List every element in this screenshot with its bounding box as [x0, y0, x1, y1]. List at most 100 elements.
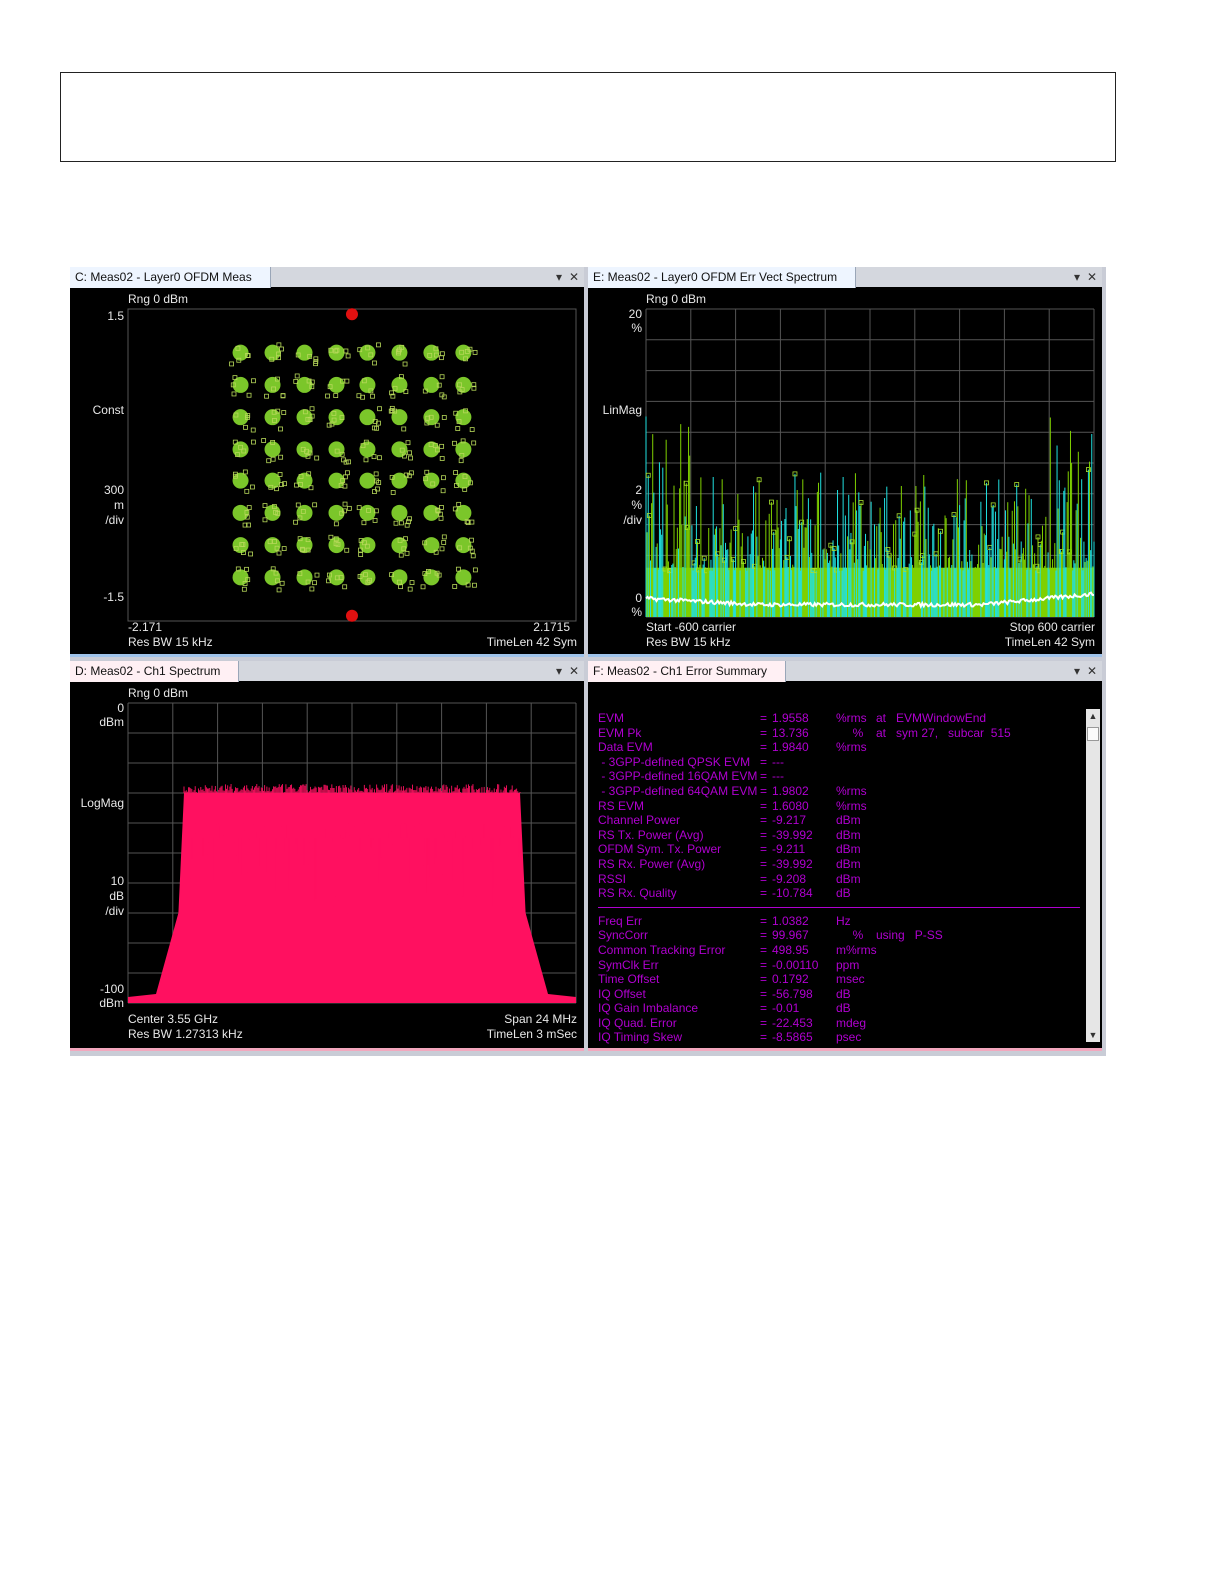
tab-error-summary[interactable]: F: Meas02 - Ch1 Error Summary: [588, 661, 787, 682]
pane-spectrum: D: Meas02 - Ch1 Spectrum ▾ ✕ Rng 0 dBm 0…: [70, 661, 584, 1051]
summary-equals: =: [760, 871, 768, 886]
summary-extra: using P-SS: [876, 928, 943, 943]
summary-unit: %: [836, 928, 864, 943]
summary-unit: dB: [836, 886, 851, 901]
summary-equals: =: [760, 942, 768, 957]
y-scale-label-3: /div: [105, 513, 124, 527]
summary-value: 1.9558: [772, 711, 809, 725]
constellation-outlier: [333, 393, 339, 398]
summary-list: EVM = 1.9558 %rms at EVMWindowEnd EVM Pk = 13.7…: [598, 711, 1080, 1045]
constellation-outlier: [439, 546, 445, 552]
scroll-down-icon[interactable]: ▼: [1086, 1028, 1100, 1042]
summary-equals: =: [760, 827, 768, 842]
summary-equals: =: [760, 886, 768, 901]
y-top-label-2: %: [631, 321, 642, 335]
summary-value: 498.95: [772, 942, 809, 957]
dropdown-icon[interactable]: ▾: [556, 661, 562, 681]
tab-constellation[interactable]: C: Meas02 - Layer0 OFDM Meas: [70, 267, 271, 288]
dropdown-icon[interactable]: ▾: [1074, 267, 1080, 287]
pane-error-summary: F: Meas02 - Ch1 Error Summary ▾ ✕ EVM = 1.…: [588, 661, 1102, 1051]
summary-unit: %rms: [836, 740, 867, 755]
constellation-outlier: [251, 378, 256, 384]
constellation-outlier: [313, 356, 319, 362]
constellation-outlier: [420, 584, 426, 590]
y-top-label: 1.5: [107, 309, 124, 323]
x-left-label: Center 3.55 GHz: [128, 1012, 218, 1026]
constellation-cluster: [391, 504, 408, 521]
summary-name: IQ Quad. Error: [598, 1015, 677, 1030]
constellation-outlier: [278, 426, 283, 432]
pane-constellation: C: Meas02 - Layer0 OFDM Meas ▾ ✕ Rng 0 d…: [70, 267, 584, 657]
close-icon[interactable]: ✕: [569, 661, 579, 681]
scrollbar[interactable]: ▲ ▼: [1086, 709, 1100, 1042]
summary-value: ---: [772, 769, 784, 784]
constellation-outlier: [470, 553, 476, 559]
constellation-outlier: [361, 520, 367, 526]
constellation-outlier: [312, 502, 318, 508]
constellation-outlier: [244, 488, 250, 494]
summary-equals: =: [760, 798, 768, 813]
constellation-outlier: [441, 475, 446, 481]
constellation-outlier: [251, 439, 256, 445]
constellation-outlier: [398, 552, 404, 558]
dropdown-icon[interactable]: ▾: [556, 267, 562, 287]
footer-left-label: Res BW 1.27313 kHz: [128, 1027, 243, 1041]
summary-unit: dBm: [836, 827, 861, 842]
summary-row: Common Tracking Error = 498.95 m%rms: [598, 943, 1078, 958]
constellation-outlier: [244, 566, 249, 572]
summary-value: -8.5865: [772, 1030, 813, 1045]
y-scale-label-2: %: [631, 498, 642, 512]
constellation-outlier: [345, 353, 351, 359]
summary-value: -39.992: [772, 856, 813, 871]
summary-name: - 3GPP-defined QPSK EVM: [598, 754, 751, 769]
summary-value: 99.967: [772, 928, 809, 943]
summary-row: IQ Quad. Error = -22.453 mdeg: [598, 1016, 1078, 1031]
summary-row: IQ Timing Skew = -8.5865 psec: [598, 1030, 1078, 1045]
constellation-outlier: [246, 505, 252, 511]
summary-name: IQ Offset: [598, 986, 646, 1001]
tab-evm-spectrum[interactable]: E: Meas02 - Layer0 OFDM Err Vect Spectru…: [588, 267, 857, 288]
constellation-outlier: [452, 584, 458, 589]
y-top-label-1: 20: [629, 307, 643, 321]
tab-spectrum[interactable]: D: Meas02 - Ch1 Spectrum: [70, 661, 240, 682]
summary-equals: =: [760, 842, 768, 857]
summary-unit: Hz: [836, 913, 851, 928]
pane-bottom-strip: [588, 654, 1102, 657]
scroll-up-icon[interactable]: ▲: [1086, 709, 1100, 723]
constellation-cluster: [455, 504, 472, 521]
summary-equals: =: [760, 711, 768, 725]
summary-row: - 3GPP-defined QPSK EVM = ---: [598, 755, 1078, 770]
constellation-outlier: [278, 454, 284, 460]
summary-unit: dB: [836, 1001, 851, 1016]
constellation-outlier: [439, 374, 445, 380]
summary-name: RS Rx. Quality: [598, 886, 677, 901]
error-summary-table: EVM = 1.9558 %rms at EVMWindowEnd EVM Pk = 13.7…: [588, 683, 1102, 1048]
constellation-outlier: [242, 469, 248, 475]
close-icon[interactable]: ✕: [1087, 661, 1097, 681]
constellation-outlier: [452, 440, 457, 446]
constellation-outlier: [248, 551, 253, 557]
y-top-label-2: dBm: [99, 715, 124, 729]
summary-unit: dBm: [836, 856, 861, 871]
scrollbar-thumb[interactable]: [1087, 727, 1099, 741]
x-right-label: 2.1715: [533, 620, 570, 634]
summary-unit: psec: [836, 1030, 862, 1045]
constellation-cluster: [232, 504, 249, 521]
constellation-outlier: [344, 547, 350, 553]
y-bottom-label-1: 0: [635, 591, 642, 605]
constellation-outlier: [314, 572, 320, 578]
close-icon[interactable]: ✕: [569, 267, 579, 287]
constellation-outlier: [309, 406, 315, 412]
constellation-outlier: [276, 550, 282, 556]
footer-right-label: TimeLen 3 mSec: [487, 1027, 577, 1041]
summary-name: SyncCorr: [598, 928, 649, 943]
pane-evm-spectrum: E: Meas02 - Layer0 OFDM Err Vect Spectru…: [588, 267, 1102, 657]
summary-name: - 3GPP-defined 16QAM EVM: [598, 769, 758, 784]
close-icon[interactable]: ✕: [1087, 267, 1097, 287]
dropdown-icon[interactable]: ▾: [1074, 661, 1080, 681]
summary-equals: =: [760, 740, 768, 755]
constellation-outlier: [407, 450, 413, 456]
constellation-cluster: [391, 569, 408, 586]
constellation-outlier: [469, 427, 475, 432]
summary-equals: =: [760, 1001, 768, 1016]
